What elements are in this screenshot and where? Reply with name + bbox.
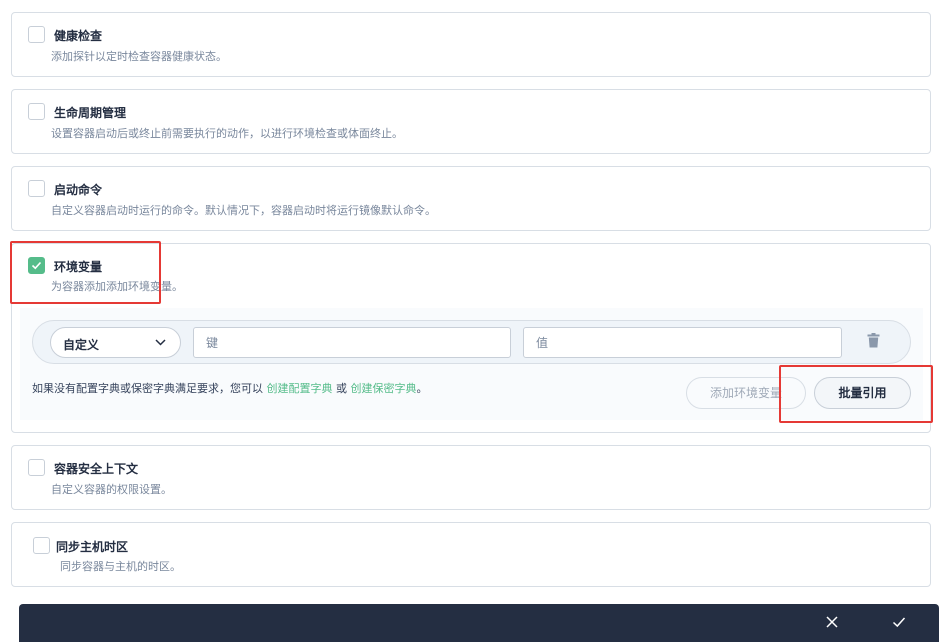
env-hint: 如果没有配置字典或保密字典满足要求，您可以 创建配置字典 或 创建保密字典。	[32, 380, 428, 396]
env-key-input[interactable]	[193, 327, 511, 358]
env-vars-panel: 自定义 如果没有配置字典或保密字典满足要求，您可以 创建配置字典 或 创建保密字…	[20, 308, 923, 420]
chevron-down-icon	[155, 339, 166, 346]
check-icon	[31, 261, 42, 270]
close-icon[interactable]	[825, 615, 839, 629]
env-var-row: 自定义	[32, 320, 911, 364]
security-context-title: 容器安全上下文	[54, 462, 139, 476]
start-command-desc: 自定义容器启动时运行的命令。默认情况下，容器启动时将运行镜像默认命令。	[51, 204, 436, 217]
security-context-desc: 自定义容器的权限设置。	[51, 483, 172, 496]
start-command-title: 启动命令	[54, 183, 103, 197]
start-command-card: 启动命令 自定义容器启动时运行的命令。默认情况下，容器启动时将运行镜像默认命令。	[11, 166, 931, 231]
env-vars-title: 环境变量	[54, 260, 103, 274]
health-check-desc: 添加探针以定时检查容器健康状态。	[51, 50, 227, 63]
add-env-var-button[interactable]: 添加环境变量	[686, 377, 806, 409]
security-context-card: 容器安全上下文 自定义容器的权限设置。	[11, 445, 931, 510]
create-secret-link[interactable]: 创建保密字典	[351, 382, 417, 395]
sync-timezone-checkbox[interactable]	[33, 537, 50, 554]
dialog-footer	[19, 604, 939, 642]
env-type-value: 自定义	[63, 338, 100, 352]
health-check-card: 健康检查 添加探针以定时检查容器健康状态。	[11, 12, 931, 77]
health-check-checkbox[interactable]	[28, 26, 45, 43]
start-command-checkbox[interactable]	[28, 180, 45, 197]
env-hint-suffix: 。	[416, 382, 428, 395]
env-vars-desc: 为容器添加添加环境变量。	[51, 280, 183, 293]
lifecycle-title: 生命周期管理	[54, 106, 127, 120]
trash-icon[interactable]	[867, 333, 880, 348]
lifecycle-checkbox[interactable]	[28, 103, 45, 120]
batch-reference-button[interactable]: 批量引用	[814, 377, 911, 409]
env-type-select[interactable]: 自定义	[50, 327, 181, 358]
sync-timezone-title: 同步主机时区	[56, 540, 129, 554]
lifecycle-desc: 设置容器启动后或终止前需要执行的动作，以进行环境检查或体面终止。	[51, 127, 403, 140]
env-value-input[interactable]	[523, 327, 842, 358]
env-hint-prefix: 如果没有配置字典或保密字典满足要求，您可以	[32, 382, 263, 395]
sync-timezone-desc: 同步容器与主机的时区。	[60, 560, 181, 573]
env-vars-checkbox[interactable]	[28, 257, 45, 274]
health-check-title: 健康检查	[54, 29, 103, 43]
lifecycle-card: 生命周期管理 设置容器启动后或终止前需要执行的动作，以进行环境检查或体面终止。	[11, 89, 931, 154]
create-configmap-link[interactable]: 创建配置字典	[267, 382, 333, 395]
security-context-checkbox[interactable]	[28, 459, 45, 476]
sync-timezone-card: 同步主机时区 同步容器与主机的时区。	[11, 522, 931, 587]
env-vars-card: 环境变量 为容器添加添加环境变量。 自定义 如果没有配置字典或保密字典满足要求，…	[11, 243, 931, 433]
env-hint-or: 或	[336, 382, 347, 395]
check-icon[interactable]	[892, 615, 906, 629]
